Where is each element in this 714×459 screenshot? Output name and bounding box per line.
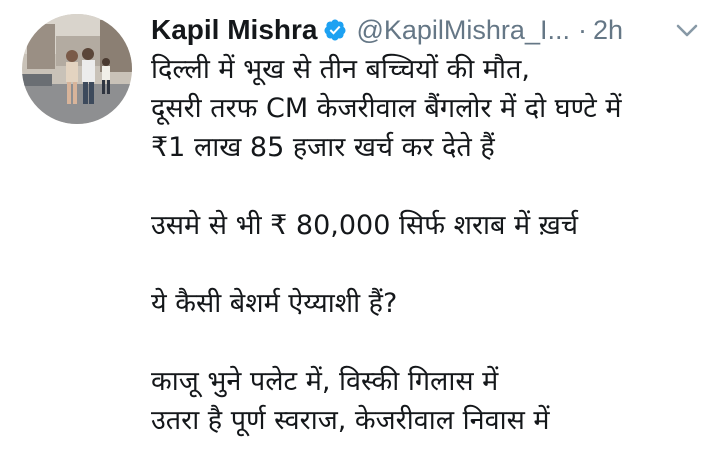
avatar-photo (22, 14, 132, 124)
tweet-header: Kapil Mishra @KapilMishra_I... · 2h (151, 8, 711, 52)
tweet-text: दिल्ली में भूख से तीन बच्चियों की मौत, द… (151, 50, 706, 440)
avatar[interactable] (22, 14, 132, 124)
author-handle[interactable]: @KapilMishra_I... (356, 15, 569, 46)
tweet-card: Kapil Mishra @KapilMishra_I... · 2h दिल्… (0, 0, 714, 459)
chevron-down-icon[interactable] (675, 23, 699, 39)
author-name[interactable]: Kapil Mishra (151, 14, 317, 46)
tweet-text-line: उतरा है पूर्ण स्वराज, केजरीवाल निवास में (151, 405, 550, 436)
tweet-text-line: ₹1 लाख 85 हजार खर्च कर देते हैं (151, 132, 495, 163)
tweet-text-line: उसमे से भी ₹ 80,000 सिर्फ शराब में ख़र्च (151, 210, 578, 241)
tweet-text-line: ये कैसी बेशर्म ऐय्याशी हैं? (151, 288, 398, 319)
separator-dot: · (577, 14, 587, 45)
tweet-text-line: दूसरी तरफ CM केजरीवाल बैंगलोर में दो घण्… (151, 93, 622, 124)
verified-badge-icon (323, 18, 347, 42)
tweet-text-line: दिल्ली में भूख से तीन बच्चियों की मौत, (151, 54, 530, 85)
tweet-timestamp[interactable]: 2h (593, 15, 623, 46)
tweet-text-line: काजू भुने पलेट में, विस्की गिलास में (151, 366, 499, 397)
